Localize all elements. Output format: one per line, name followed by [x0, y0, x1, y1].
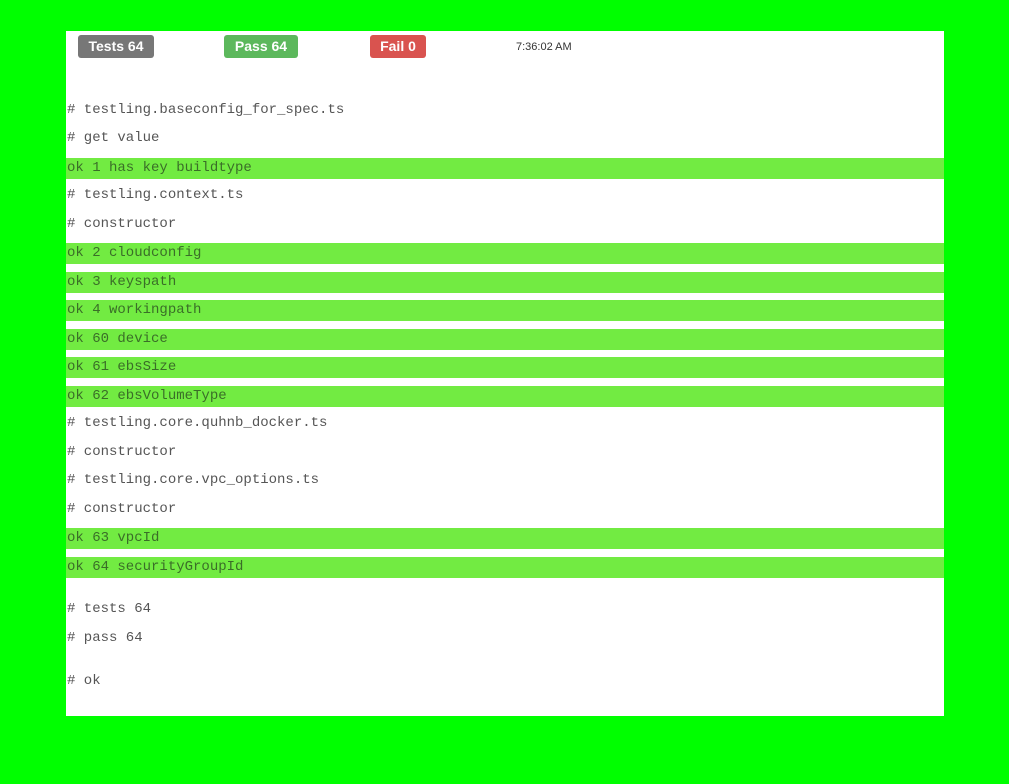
output-comment-line: # constructor [67, 501, 177, 517]
output-ok-line: ok 64 securityGroupId [66, 557, 944, 578]
run-timestamp: 7:36:02 AM [516, 41, 572, 53]
tests-count-badge: Tests 64 [78, 35, 154, 58]
output-ok-line: ok 63 vpcId [66, 528, 944, 549]
output-comment-line: # testling.baseconfig_for_spec.ts [67, 102, 345, 118]
output-comment-line: # testling.core.vpc_options.ts [67, 472, 320, 488]
output-comment-line: # testling.context.ts [67, 187, 244, 203]
output-ok-line: ok 61 ebsSize [66, 357, 944, 378]
output-summary-line: # ok [67, 673, 101, 689]
pass-count-badge: Pass 64 [224, 35, 298, 58]
output-comment-line: # testling.core.quhnb_docker.ts [67, 415, 328, 431]
output-comment-line: # get value [67, 130, 160, 146]
output-comment-line: # constructor [67, 216, 177, 232]
output-ok-line: ok 1 has key buildtype [66, 158, 944, 179]
output-ok-line: ok 3 keyspath [66, 272, 944, 293]
tap-results-panel: Tests 64 Pass 64 Fail 0 7:36:02 AM # tes… [66, 31, 944, 716]
output-summary-line: # pass 64 [67, 630, 143, 646]
output-ok-line: ok 2 cloudconfig [66, 243, 944, 264]
fail-count-badge: Fail 0 [370, 35, 426, 58]
output-ok-line: ok 4 workingpath [66, 300, 944, 321]
output-comment-line: # constructor [67, 444, 177, 460]
output-summary-line: # tests 64 [67, 601, 152, 617]
output-ok-line: ok 60 device [66, 329, 944, 350]
output-ok-line: ok 62 ebsVolumeType [66, 386, 944, 407]
